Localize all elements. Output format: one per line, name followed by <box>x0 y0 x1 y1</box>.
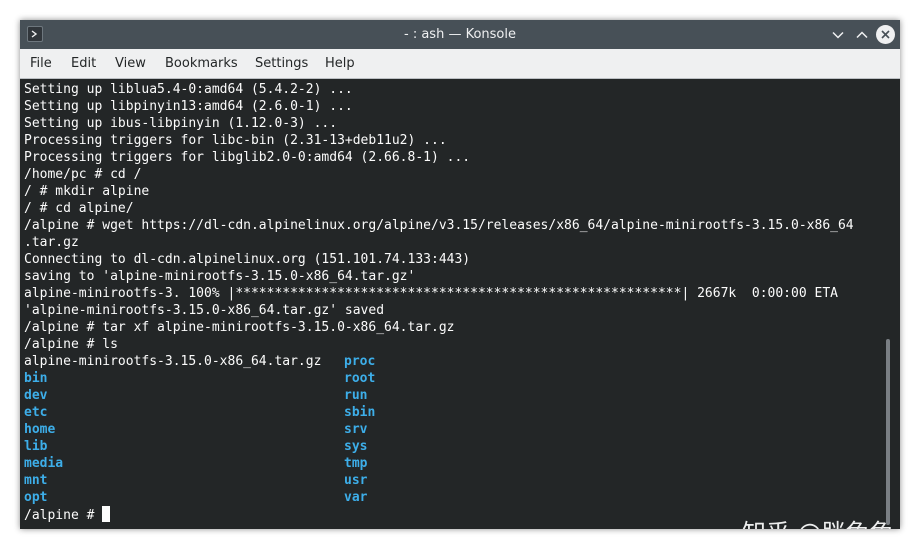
ls-row: media tmp <box>24 455 854 472</box>
terminal-line: / # cd alpine/ <box>24 201 134 216</box>
terminal-line: /alpine # tar xf alpine-minirootfs-3.15.… <box>24 320 455 335</box>
terminal-line: /home/pc # cd / <box>24 167 142 182</box>
title-bar[interactable]: - : ash — Konsole <box>20 20 900 49</box>
terminal-line: Processing triggers for libc-bin (2.31-1… <box>24 133 447 148</box>
ls-row: mnt usr <box>24 472 854 489</box>
ls-row: alpine-minirootfs-3.15.0-x86_64.tar.gz pr… <box>24 353 854 370</box>
ls-entry-dir: etc <box>24 405 48 420</box>
konsole-window: - : ash — Konsole File Edit View Bookmar… <box>20 20 900 529</box>
menu-bookmarks[interactable]: Bookmarks <box>165 49 238 79</box>
ls-entry-dir: media <box>24 456 64 471</box>
shell-prompt: /alpine # <box>24 508 103 523</box>
ls-row: lib sys <box>24 438 854 455</box>
ls-entry-dir: root <box>344 371 376 386</box>
menu-view[interactable]: View <box>115 49 146 79</box>
chevron-up-icon <box>855 30 868 38</box>
scrollbar[interactable] <box>886 339 890 525</box>
ls-entry-dir: run <box>344 388 368 403</box>
terminal-line: Setting up libpinyin13:amd64 (2.6.0-1) .… <box>24 99 353 114</box>
terminal-line: Setting up ibus-libpinyin (1.12.0-3) ... <box>24 116 338 131</box>
ls-row: home srv <box>24 421 854 438</box>
ls-entry-dir: dev <box>24 388 48 403</box>
watermark: 知乎 @胖兔兔 <box>742 513 894 529</box>
ls-entry-dir: mnt <box>24 473 48 488</box>
menu-file[interactable]: File <box>30 49 52 79</box>
ls-entry-dir: sys <box>344 439 368 454</box>
ls-entry-dir: tmp <box>344 456 368 471</box>
terminal-line: .tar.gz <box>24 235 79 250</box>
ls-row: etc sbin <box>24 404 854 421</box>
ls-entry-dir: usr <box>344 473 368 488</box>
ls-entry-dir: sbin <box>344 405 376 420</box>
minimize-button[interactable] <box>828 25 847 44</box>
menu-help[interactable]: Help <box>325 49 355 79</box>
ls-entry-dir: var <box>344 490 368 505</box>
terminal-view[interactable]: Setting up liblua5.4-0:amd64 (5.4.2-2) .… <box>20 79 900 529</box>
terminal-output: Setting up liblua5.4-0:amd64 (5.4.2-2) .… <box>24 81 854 523</box>
terminal-line: / # mkdir alpine <box>24 184 150 199</box>
ls-entry-file: alpine-minirootfs-3.15.0-x86_64.tar.gz <box>24 354 322 369</box>
menu-settings[interactable]: Settings <box>255 49 308 79</box>
terminal-line: /alpine # ls <box>24 337 118 352</box>
close-button[interactable] <box>876 25 895 44</box>
ls-entry-dir: bin <box>24 371 48 386</box>
terminal-line: 'alpine-minirootfs-3.15.0-x86_64.tar.gz'… <box>24 303 385 318</box>
chevron-down-icon <box>831 31 844 39</box>
prompt-line[interactable]: /alpine # <box>24 506 854 523</box>
ls-entry-dir: srv <box>344 422 368 437</box>
close-icon <box>881 30 890 39</box>
ls-entry-dir: opt <box>24 490 48 505</box>
ls-row: bin root <box>24 370 854 387</box>
terminal-line: Connecting to dl-cdn.alpinelinux.org (15… <box>24 252 471 267</box>
menu-bar: File Edit View Bookmarks Settings Help <box>20 49 900 79</box>
terminal-line: alpine-minirootfs-3. 100% |*************… <box>24 286 838 301</box>
terminal-line: Setting up liblua5.4-0:amd64 (5.4.2-2) .… <box>24 82 353 97</box>
terminal-line: Processing triggers for libglib2.0-0:amd… <box>24 150 471 165</box>
ls-row: opt var <box>24 489 854 506</box>
terminal-line: /alpine # wget https://dl-cdn.alpinelinu… <box>24 218 854 233</box>
maximize-button[interactable] <box>852 25 871 44</box>
ls-entry-dir: proc <box>344 354 376 369</box>
window-title: - : ash — Konsole <box>404 27 516 42</box>
menu-edit[interactable]: Edit <box>71 49 96 79</box>
ls-entry-dir: lib <box>24 439 48 454</box>
ls-row: dev run <box>24 387 854 404</box>
ls-entry-dir: home <box>24 422 56 437</box>
text-cursor <box>102 506 111 522</box>
terminal-line: saving to 'alpine-minirootfs-3.15.0-x86_… <box>24 269 416 284</box>
